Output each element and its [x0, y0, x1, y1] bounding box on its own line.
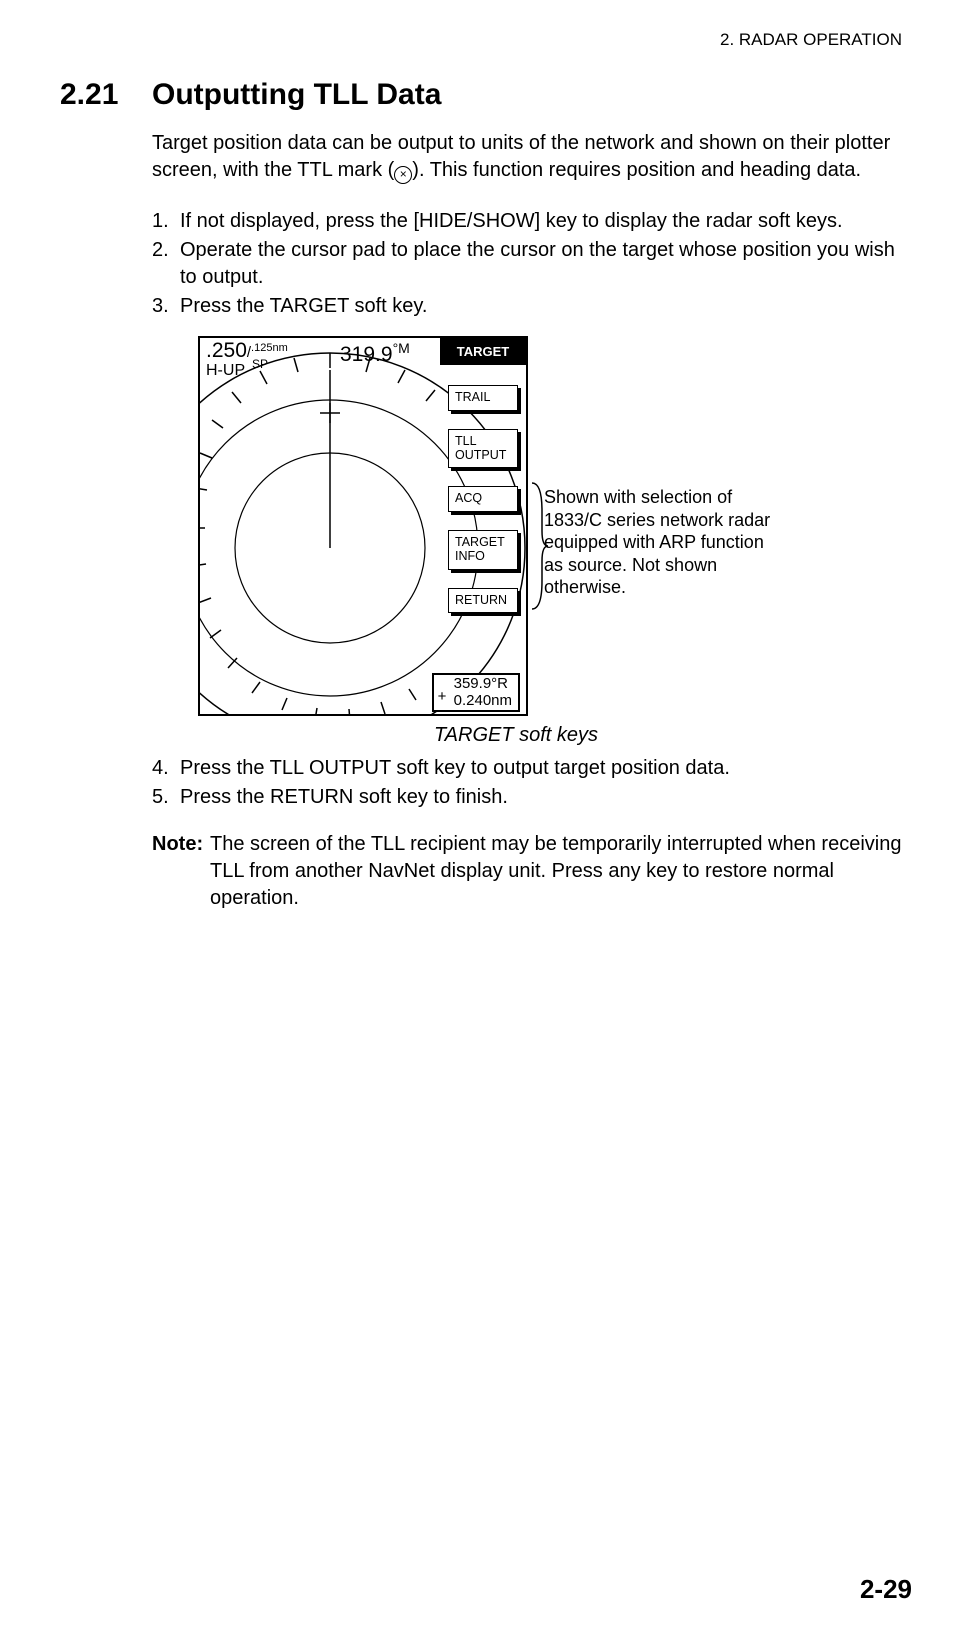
cursor-data-box: + 359.9°R 0.240nm: [432, 673, 520, 712]
cursor-bearing: 359.9°R: [454, 675, 508, 692]
cursor-range: 0.240nm: [454, 692, 512, 709]
step-number: 1.: [152, 208, 180, 235]
softkey-trail[interactable]: TRAIL: [448, 385, 518, 411]
figure-caption: TARGET soft keys: [120, 724, 912, 747]
softkey-target-info[interactable]: TARGET INFO: [448, 530, 518, 570]
intro-paragraph: Target position data can be output to un…: [152, 130, 912, 184]
step-number: 4.: [152, 755, 180, 782]
step-text: Operate the cursor pad to place the curs…: [180, 237, 912, 291]
softkey-acq[interactable]: ACQ: [448, 486, 518, 512]
softkey-tll-output[interactable]: TLL OUTPUT: [448, 429, 518, 469]
section-title: Outputting TLL Data: [152, 78, 441, 112]
steps-list-a: 1. If not displayed, press the [HIDE/SHO…: [152, 208, 912, 320]
step-text: Press the TARGET soft key.: [180, 293, 912, 320]
note-label: Note:: [152, 831, 210, 912]
page-number: 2-29: [860, 1574, 912, 1605]
annotation-text: Shown with selection of 1833/C series ne…: [544, 486, 774, 599]
note-block: Note: The screen of the TLL recipient ma…: [152, 831, 912, 912]
step-text: If not displayed, press the [HIDE/SHOW] …: [180, 208, 912, 235]
radar-screen: .250/.125nm SP H-UP 319.9°M: [198, 336, 528, 716]
step-item: 4. Press the TLL OUTPUT soft key to outp…: [152, 755, 912, 782]
softkey-column: TARGET TRAIL TLL OUTPUT ACQ TARGET INFO …: [440, 338, 526, 714]
note-text: The screen of the TLL recipient may be t…: [210, 831, 912, 912]
step-item: 1. If not displayed, press the [HIDE/SHO…: [152, 208, 912, 235]
section-heading: 2.21 Outputting TLL Data: [60, 78, 912, 112]
cursor-cross-icon: +: [438, 689, 447, 706]
section-number: 2.21: [60, 78, 152, 112]
steps-list-b: 4. Press the TLL OUTPUT soft key to outp…: [152, 755, 912, 811]
running-header: 2. RADAR OPERATION: [60, 30, 912, 50]
step-text: Press the TLL OUTPUT soft key to output …: [180, 755, 912, 782]
step-item: 5. Press the RETURN soft key to finish.: [152, 784, 912, 811]
figure: .250/.125nm SP H-UP 319.9°M: [198, 336, 774, 716]
step-text: Press the RETURN soft key to finish.: [180, 784, 912, 811]
ttl-mark-icon: ×: [394, 166, 412, 184]
step-number: 5.: [152, 784, 180, 811]
step-item: 2. Operate the cursor pad to place the c…: [152, 237, 912, 291]
softkey-header: TARGET: [440, 338, 526, 365]
step-number: 2.: [152, 237, 180, 291]
softkey-return[interactable]: RETURN: [448, 588, 518, 614]
step-number: 3.: [152, 293, 180, 320]
step-item: 3. Press the TARGET soft key.: [152, 293, 912, 320]
bracket-icon: [530, 481, 550, 611]
